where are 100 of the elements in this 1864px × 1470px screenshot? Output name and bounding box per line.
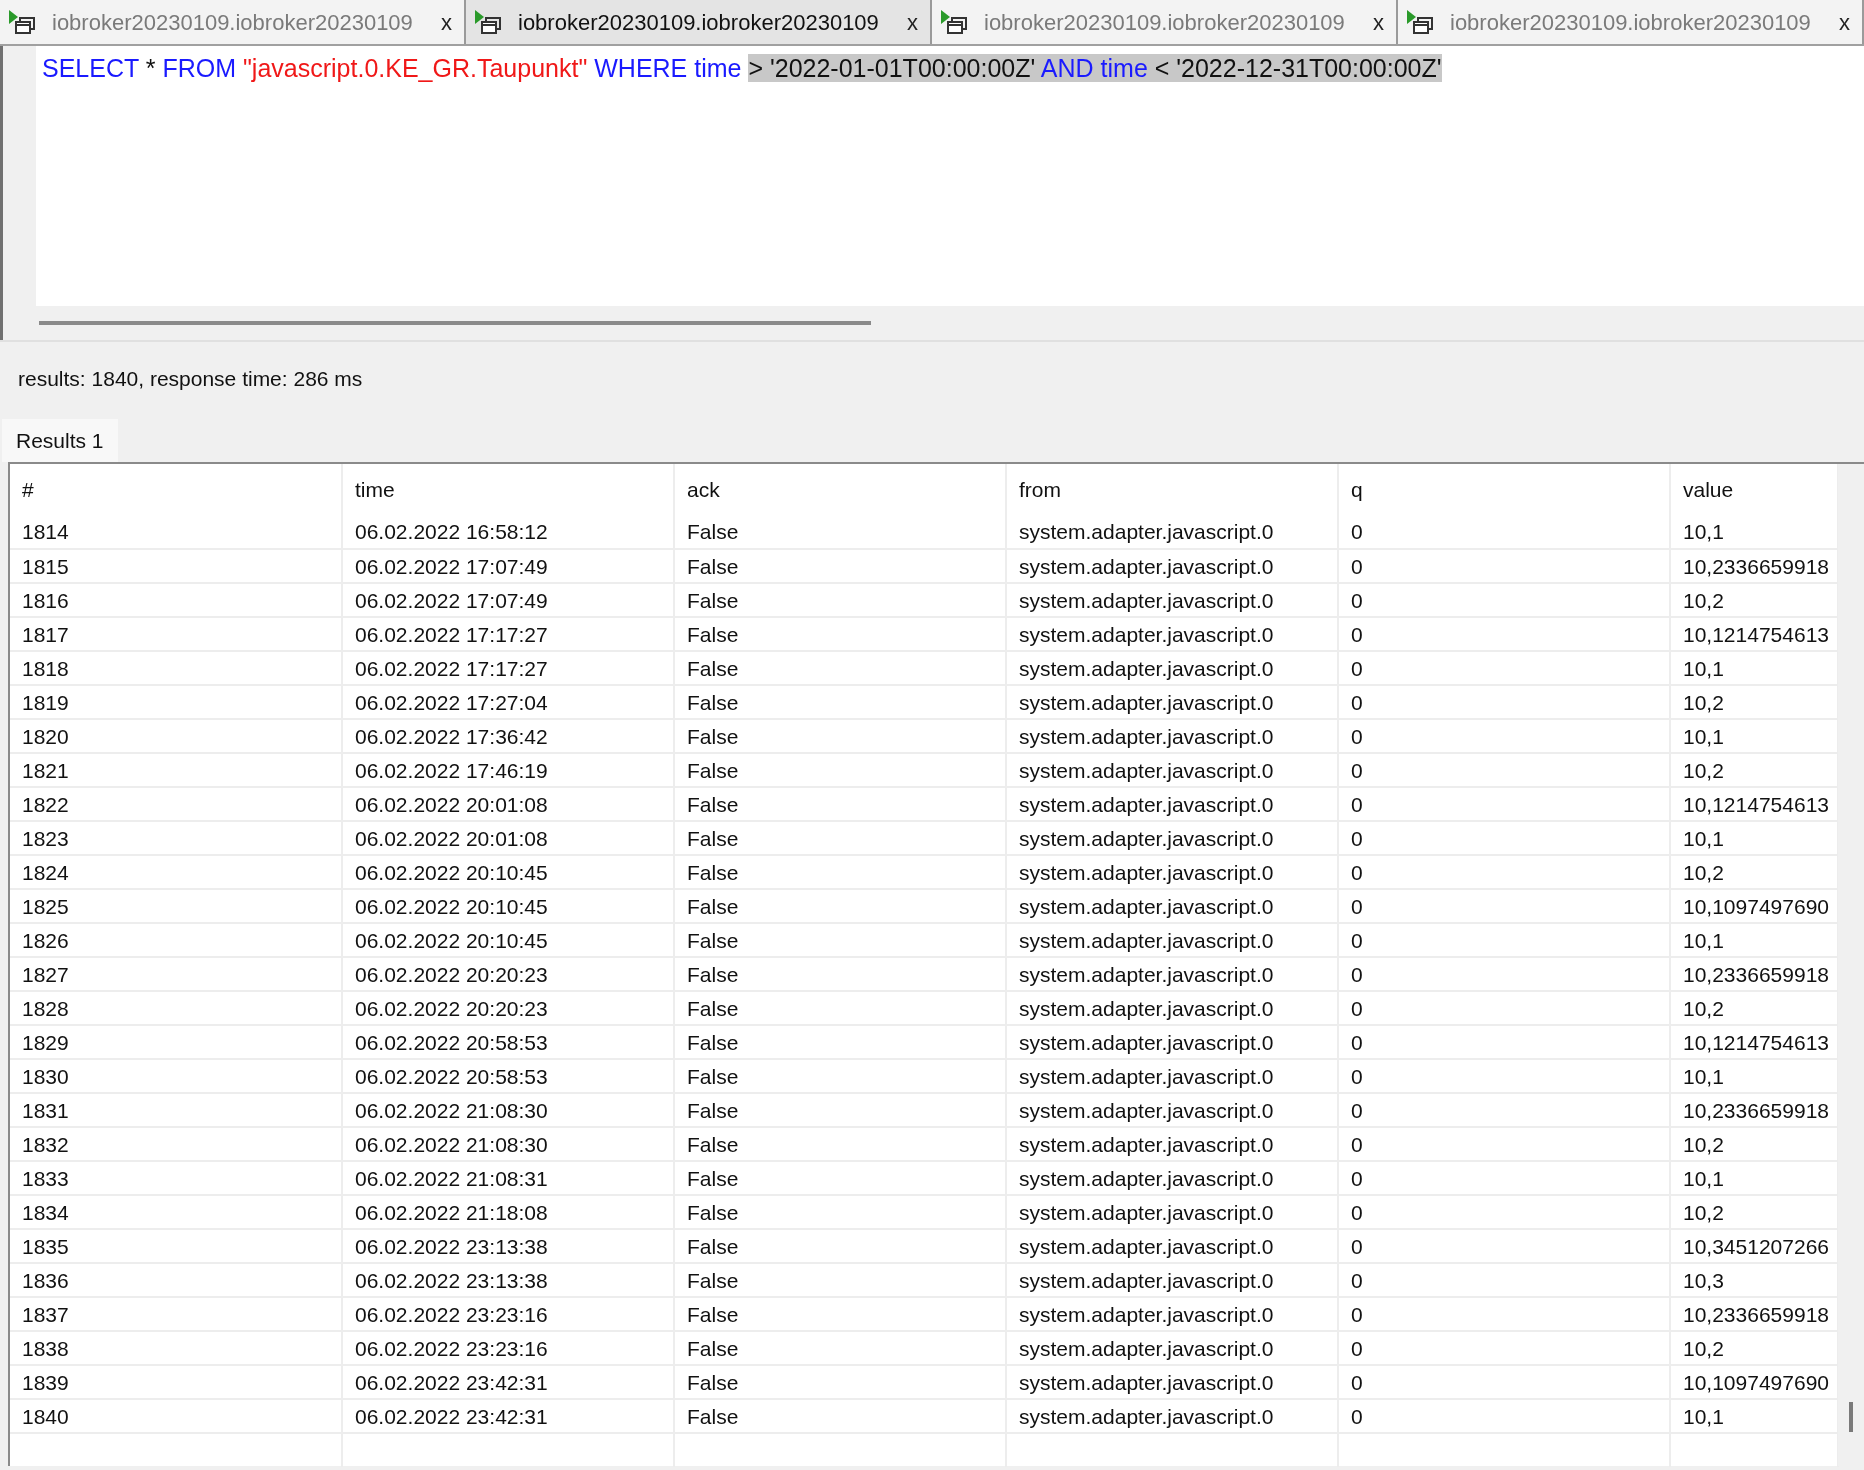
- column-header[interactable]: ack: [674, 464, 1006, 515]
- table-cell: system.adapter.javascript.0: [1006, 821, 1338, 855]
- table-cell: False: [674, 617, 1006, 651]
- table-cell: system.adapter.javascript.0: [1006, 1365, 1338, 1399]
- results-tab[interactable]: Results 1: [2, 418, 118, 462]
- table-cell: system.adapter.javascript.0: [1006, 957, 1338, 991]
- table-cell: 06.02.2022 20:58:53: [342, 1059, 674, 1093]
- table-cell: system.adapter.javascript.0: [1006, 685, 1338, 719]
- table-cell: False: [674, 1331, 1006, 1365]
- query-window-icon: [1406, 9, 1436, 35]
- query-editor[interactable]: SELECT * FROM "javascript.0.KE_GR.Taupunkt" WHERE time > '2022-01-01T00:00:00Z' AND time < '2022-12-31T00:00:00Z': [36, 46, 1864, 306]
- column-header[interactable]: time: [342, 464, 674, 515]
- table-cell: 1815: [10, 549, 342, 583]
- table-cell: False: [674, 923, 1006, 957]
- table-cell: False: [674, 1229, 1006, 1263]
- table-cell: 0: [1338, 617, 1670, 651]
- table-cell: system.adapter.javascript.0: [1006, 1297, 1338, 1331]
- table-cell: system.adapter.javascript.0: [1006, 1331, 1338, 1365]
- table-cell: 06.02.2022 23:42:31: [342, 1365, 674, 1399]
- table-cell: False: [674, 1025, 1006, 1059]
- column-header[interactable]: #: [10, 464, 342, 515]
- table-cell: 0: [1338, 1195, 1670, 1229]
- close-button[interactable]: x: [441, 5, 452, 39]
- table-cell: 06.02.2022 20:01:08: [342, 821, 674, 855]
- table-cell: 1822: [10, 787, 342, 821]
- table-cell: False: [674, 583, 1006, 617]
- table-cell: 06.02.2022 23:23:16: [342, 1331, 674, 1365]
- column-header[interactable]: from: [1006, 464, 1338, 515]
- table-cell: 0: [1338, 1229, 1670, 1263]
- table-cell: system.adapter.javascript.0: [1006, 1059, 1338, 1093]
- table-cell: 0: [1338, 991, 1670, 1025]
- table-cell: 1825: [10, 889, 342, 923]
- table-cell: system.adapter.javascript.0: [1006, 617, 1338, 651]
- table-cell: system.adapter.javascript.0: [1006, 1161, 1338, 1195]
- column-header[interactable]: q: [1338, 464, 1670, 515]
- close-button[interactable]: x: [907, 5, 918, 39]
- table-cell: system.adapter.javascript.0: [1006, 583, 1338, 617]
- table-cell: False: [674, 1365, 1006, 1399]
- table-cell: system.adapter.javascript.0: [1006, 1195, 1338, 1229]
- table-cell: 1823: [10, 821, 342, 855]
- table-cell: system.adapter.javascript.0: [1006, 1399, 1338, 1433]
- table-cell: 0: [1338, 685, 1670, 719]
- table-cell: 1838: [10, 1331, 342, 1365]
- table-cell: False: [674, 991, 1006, 1025]
- close-button[interactable]: x: [1373, 5, 1384, 39]
- table-cell: 1817: [10, 617, 342, 651]
- table-cell: False: [674, 855, 1006, 889]
- table-cell: 06.02.2022 17:36:42: [342, 719, 674, 753]
- table-cell: 06.02.2022 16:58:12: [342, 515, 674, 549]
- table-cell: 0: [1338, 549, 1670, 583]
- status-text: results: 1840, response time: 286 ms: [18, 366, 363, 393]
- table-cell: system.adapter.javascript.0: [1006, 719, 1338, 753]
- table-cell: 0: [1338, 889, 1670, 923]
- table-cell: 1837: [10, 1297, 342, 1331]
- table-cell: 06.02.2022 20:01:08: [342, 787, 674, 821]
- table-cell: 06.02.2022 23:23:16: [342, 1297, 674, 1331]
- table-cell: 1840: [10, 1399, 342, 1433]
- table-cell: 1831: [10, 1093, 342, 1127]
- table-cell: False: [674, 1161, 1006, 1195]
- vertical-scrollbar[interactable]: [1849, 1402, 1853, 1432]
- table-cell: 1832: [10, 1127, 342, 1161]
- table-cell: 0: [1338, 1093, 1670, 1127]
- table-cell: 06.02.2022 20:20:23: [342, 991, 674, 1025]
- table-cell: system.adapter.javascript.0: [1006, 549, 1338, 583]
- table-cell: False: [674, 1195, 1006, 1229]
- table-cell: 0: [1338, 1059, 1670, 1093]
- table-cell: 1835: [10, 1229, 342, 1263]
- table-cell: 06.02.2022 17:07:49: [342, 549, 674, 583]
- close-button[interactable]: x: [1839, 5, 1850, 39]
- table-cell: 0: [1338, 583, 1670, 617]
- table-cell: 1824: [10, 855, 342, 889]
- table-cell: 06.02.2022 21:08:31: [342, 1161, 674, 1195]
- query-text: SELECT * FROM "javascript.0.KE_GR.Taupunkt" WHERE time > '2022-01-01T00:00:00Z' AND time < '2022-12-31T00:00:00Z': [41, 53, 1442, 84]
- table-cell: 0: [1338, 855, 1670, 889]
- table-cell: 06.02.2022 17:46:19: [342, 753, 674, 787]
- table-cell: False: [674, 549, 1006, 583]
- query-tab[interactable]: iobroker20230109.iobroker20230109 x: [466, 0, 932, 44]
- table-cell: 06.02.2022 21:08:30: [342, 1127, 674, 1161]
- table-cell: 1821: [10, 753, 342, 787]
- table-cell: 1827: [10, 957, 342, 991]
- table-cell: system.adapter.javascript.0: [1006, 1229, 1338, 1263]
- table-cell: system.adapter.javascript.0: [1006, 923, 1338, 957]
- horizontal-scrollbar[interactable]: [39, 321, 871, 325]
- table-cell: 0: [1338, 787, 1670, 821]
- query-window-icon: [940, 9, 970, 35]
- table-cell: False: [674, 1059, 1006, 1093]
- query-window-icon: [474, 9, 504, 35]
- table-cell: 1826: [10, 923, 342, 957]
- table-cell: 06.02.2022 20:10:45: [342, 923, 674, 957]
- table-cell: 06.02.2022 17:07:49: [342, 583, 674, 617]
- table-cell: False: [674, 685, 1006, 719]
- table-cell: system.adapter.javascript.0: [1006, 1127, 1338, 1161]
- table-cell: 1819: [10, 685, 342, 719]
- table-cell: 1829: [10, 1025, 342, 1059]
- table-cell: 06.02.2022 21:18:08: [342, 1195, 674, 1229]
- table-cell: system.adapter.javascript.0: [1006, 855, 1338, 889]
- table-cell: 06.02.2022 23:13:38: [342, 1229, 674, 1263]
- table-cell: 0: [1338, 1297, 1670, 1331]
- table-cell: 0: [1338, 1399, 1670, 1433]
- table-cell: False: [674, 651, 1006, 685]
